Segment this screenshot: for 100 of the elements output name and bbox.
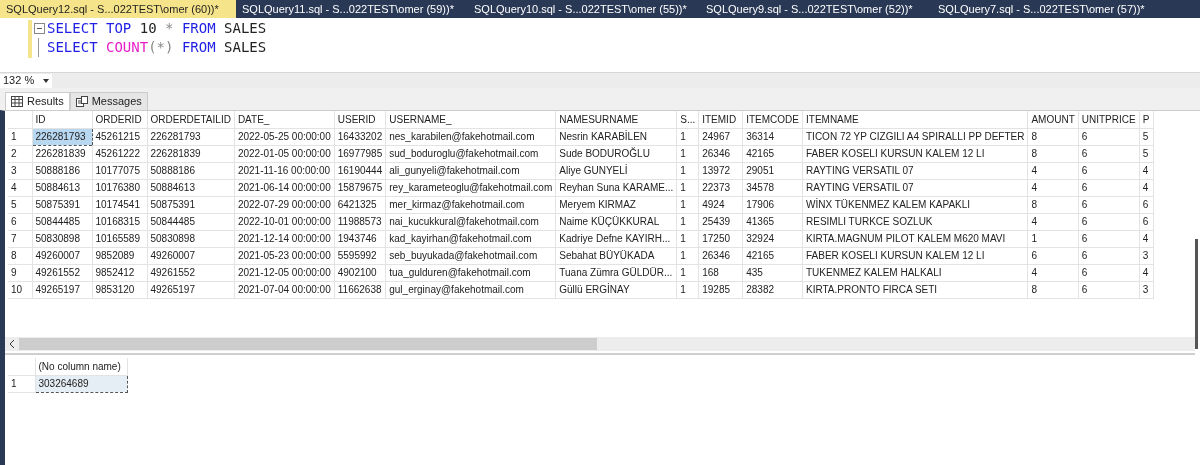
column-header[interactable]: (No column name) — [35, 358, 127, 375]
table-cell: 8 — [1027, 128, 1079, 145]
column-header[interactable]: USERNAME_ — [385, 111, 556, 128]
table-cell: RAYTING VERSATIL 07 — [802, 162, 1028, 179]
column-header[interactable]: NAMESURNAME — [555, 111, 677, 128]
table-cell: 5 — [1139, 128, 1154, 145]
collapse-icon[interactable] — [34, 23, 45, 34]
table-cell: 26346 — [698, 145, 743, 162]
table-cell: 26346 — [698, 247, 743, 264]
table-cell: 2021-12-05 00:00:00 — [234, 264, 335, 281]
table-cell: 49261552 — [32, 264, 92, 281]
table-cell: 2021-11-16 00:00:00 — [234, 162, 335, 179]
column-header[interactable]: AMOUNT — [1027, 111, 1079, 128]
table-cell: 1 — [1027, 230, 1079, 247]
vertical-scrollbar[interactable] — [1195, 239, 1198, 349]
table-cell: 5 — [1139, 145, 1154, 162]
table-cell: Tuana Zümra GÜLDÜR... — [555, 264, 677, 281]
table-cell: 6 — [1078, 281, 1140, 298]
table-cell: 6 — [1078, 264, 1140, 281]
table-cell: 49265197 — [147, 281, 235, 298]
column-header[interactable]: S... — [676, 111, 699, 128]
column-header[interactable]: ITEMCODE — [742, 111, 803, 128]
table-cell: RAYTING VERSATIL 07 — [802, 179, 1028, 196]
table-cell: 1 — [676, 281, 699, 298]
column-header[interactable]: DATE_ — [234, 111, 335, 128]
table-cell: 1 — [676, 196, 699, 213]
table-cell: 4 — [1139, 230, 1154, 247]
table-cell: 19285 — [698, 281, 743, 298]
column-header[interactable]: ID — [32, 111, 92, 128]
table-cell: 6 — [1078, 247, 1140, 264]
scrollbar-thumb[interactable] — [19, 338, 597, 350]
document-tab[interactable]: SQLQuery9.sql - S...022TEST\omer (52))* — [700, 0, 932, 18]
table-cell: 2022-05-25 00:00:00 — [234, 128, 335, 145]
table-cell: rey_karameteoglu@fakehotmail.com — [385, 179, 556, 196]
table-cell: 2022-01-05 00:00:00 — [234, 145, 335, 162]
document-tab[interactable]: SQLQuery11.sql - S...022TEST\omer (59))* — [236, 0, 468, 18]
result-tab[interactable]: Results — [5, 92, 70, 110]
scroll-left-icon[interactable] — [9, 340, 15, 348]
table-cell: 50888186 — [147, 162, 235, 179]
table-cell: 49261552 — [147, 264, 235, 281]
table-cell: 9852089 — [92, 247, 147, 264]
row-number: 2 — [8, 145, 32, 162]
column-header[interactable]: P — [1139, 111, 1154, 128]
column-header[interactable]: ITEMID — [698, 111, 743, 128]
column-header[interactable]: UNITPRICE — [1078, 111, 1140, 128]
table-cell: 10174541 — [92, 196, 147, 213]
document-tab[interactable]: SQLQuery12.sql - S...022TEST\omer (60))* — [0, 0, 236, 18]
zoom-dropdown[interactable]: 132 % — [0, 73, 52, 88]
table-cell: 42165 — [742, 247, 803, 264]
table-cell: Aliye GUNYELİ — [555, 162, 677, 179]
table-cell: 9852412 — [92, 264, 147, 281]
table-cell: 32924 — [742, 230, 803, 247]
table-cell: 6 — [1139, 213, 1154, 230]
column-header[interactable]: USERID — [334, 111, 386, 128]
table-cell: Güllü ERGİNAY — [555, 281, 677, 298]
document-tab[interactable]: SQLQuery10.sql - S...022TEST\omer (55))* — [468, 0, 700, 18]
grid-icon — [11, 96, 23, 107]
table-cell: 24967 — [698, 128, 743, 145]
row-number: 7 — [8, 230, 32, 247]
table-cell: 4 — [1139, 264, 1154, 281]
code-line: SELECT TOP 10 * FROM SALES — [47, 19, 267, 38]
table-cell: 2021-07-04 00:00:00 — [234, 281, 335, 298]
table-cell: 435 — [742, 264, 803, 281]
table-cell: 8 — [1027, 145, 1079, 162]
column-header[interactable]: ORDERID — [92, 111, 147, 128]
document-tab[interactable]: SQLQuery7.sql - S...022TEST\omer (57))* — [932, 0, 1164, 18]
table-cell: nai_kucukkural@fakehotmail.com — [385, 213, 556, 230]
table-cell: 22373 — [698, 179, 743, 196]
table-cell: 25439 — [698, 213, 743, 230]
result-tab[interactable]: Messages — [69, 92, 148, 110]
table-cell: 6 — [1078, 230, 1140, 247]
column-header[interactable]: ITEMNAME — [802, 111, 1028, 128]
table-cell: ali_gunyeli@fakehotmail.com — [385, 162, 556, 179]
table-cell: 2022-10-01 00:00:00 — [234, 213, 335, 230]
table-cell: Naime KÜÇÜKKURAL — [555, 213, 677, 230]
table-cell: 50830898 — [147, 230, 235, 247]
table-cell: 50830898 — [32, 230, 92, 247]
table-cell: 50875391 — [32, 196, 92, 213]
table-cell: tua_gulduren@fakehotmail.com — [385, 264, 556, 281]
table-cell: 42165 — [742, 145, 803, 162]
table-cell: 1 — [676, 179, 699, 196]
table-cell: 1943746 — [334, 230, 386, 247]
horizontal-scrollbar[interactable] — [5, 337, 1195, 351]
table-cell: 3 — [1139, 247, 1154, 264]
row-number: 10 — [8, 281, 32, 298]
table-cell: 41365 — [742, 213, 803, 230]
table-cell: 4 — [1027, 264, 1079, 281]
table-cell: FABER KOSELI KURSUN KALEM 12 LI — [802, 145, 1028, 162]
table-cell: 6 — [1078, 196, 1140, 213]
table-cell: 226281839 — [32, 145, 92, 162]
table-cell: 10165589 — [92, 230, 147, 247]
table-cell: 16977985 — [334, 145, 386, 162]
table-cell: 4 — [1139, 179, 1154, 196]
row-number: 9 — [8, 264, 32, 281]
table-cell: 15879675 — [334, 179, 386, 196]
column-header[interactable]: ORDERDETAILID — [147, 111, 235, 128]
table-cell: 5595992 — [334, 247, 386, 264]
table-cell: 49260007 — [32, 247, 92, 264]
table-cell: 3 — [1139, 281, 1154, 298]
table-cell: 4 — [1027, 179, 1079, 196]
